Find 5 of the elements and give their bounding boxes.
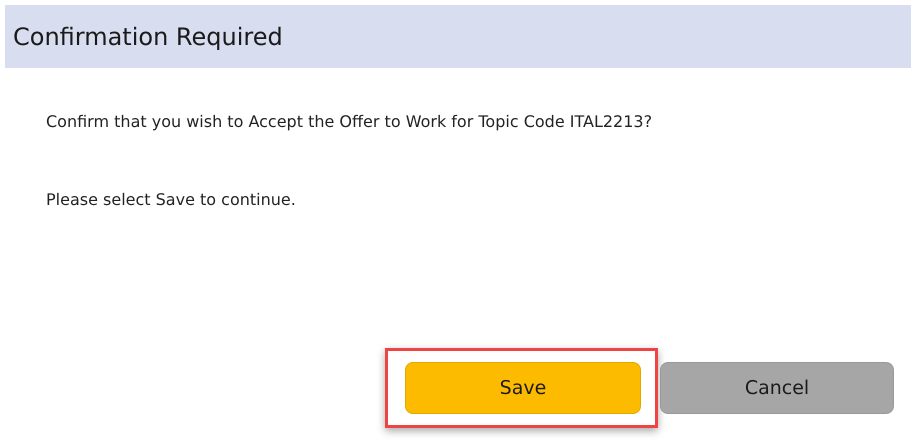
message-text: Please select Save to continue. — [46, 190, 297, 209]
dialog-title: Confirmation Required — [13, 22, 283, 50]
action-button[interactable]: Save — [405, 362, 641, 414]
action-button[interactable]: Cancel — [660, 362, 894, 414]
message-text: Confirm that you wish to Accept the Offer to Work for Topic Code ITAL2213? — [46, 112, 654, 131]
